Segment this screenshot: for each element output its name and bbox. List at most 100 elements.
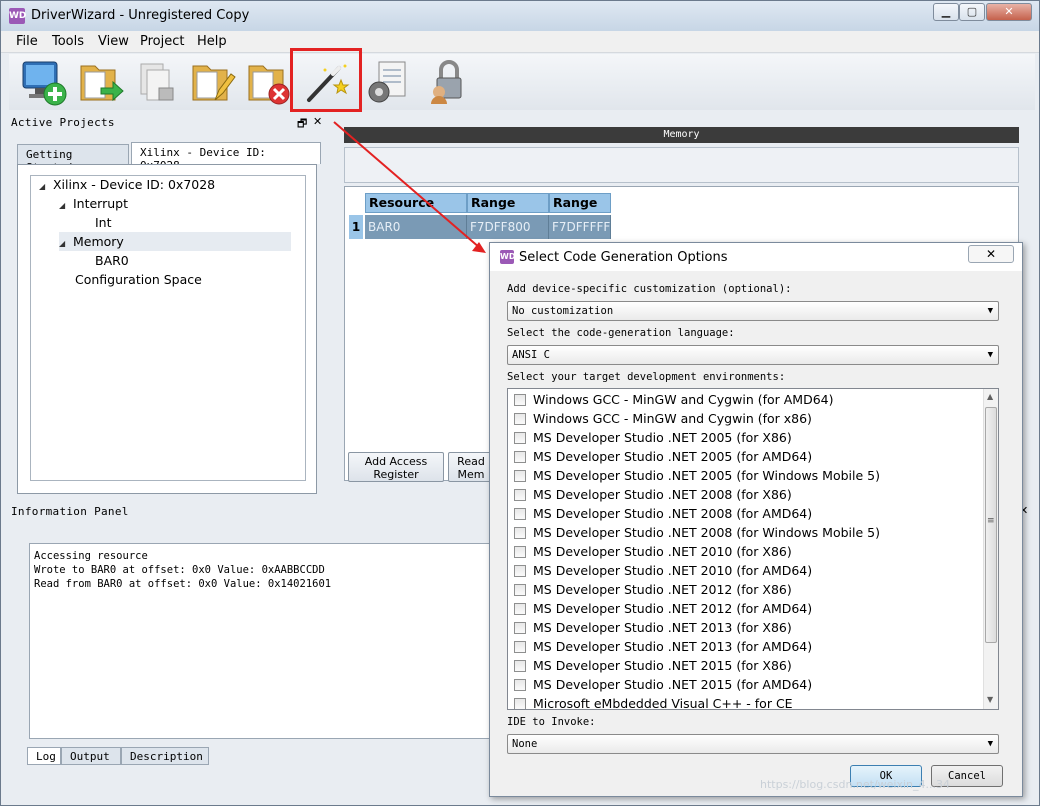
column-range-from[interactable]: Range From xyxy=(467,193,549,228)
menu-project[interactable]: Project xyxy=(140,34,184,49)
env-label: MS Developer Studio .NET 2005 (for Windo… xyxy=(533,468,880,483)
scroll-grip-icon: ≡ xyxy=(987,516,995,526)
add-access-register-button[interactable]: Add Access Register xyxy=(348,452,444,482)
panel-float-icon[interactable]: 🗗 xyxy=(297,115,307,134)
environments-list[interactable]: Windows GCC - MinGW and Cygwin (for AMD6… xyxy=(507,388,999,710)
env-item[interactable]: Microsoft eMbdedded Visual C++ - for CE xyxy=(514,694,793,710)
dropdown-arrow-icon[interactable]: ▼ xyxy=(988,302,993,320)
dropdown-arrow-icon[interactable]: ▼ xyxy=(988,735,993,753)
tab-output[interactable]: Output xyxy=(61,747,121,765)
env-label: MS Developer Studio .NET 2013 (for X86) xyxy=(533,620,792,635)
expand-arrow-icon[interactable]: ◢ xyxy=(59,234,69,253)
close-project-icon[interactable] xyxy=(241,56,297,108)
env-item[interactable]: MS Developer Studio .NET 2013 (for AMD64… xyxy=(514,637,812,656)
env-label: MS Developer Studio .NET 2005 (for AMD64… xyxy=(533,449,813,464)
close-window-button[interactable]: ✕ xyxy=(986,3,1032,21)
tree-node-device[interactable]: ◢ Xilinx - Device ID: 0x7028 xyxy=(39,175,215,194)
tree-node-config-space[interactable]: Configuration Space xyxy=(75,270,202,289)
env-item[interactable]: MS Developer Studio .NET 2005 (for X86) xyxy=(514,428,792,447)
env-item[interactable]: Windows GCC - MinGW and Cygwin (for x86) xyxy=(514,409,812,428)
checkbox[interactable] xyxy=(514,679,526,691)
cell-range-to[interactable]: F7DFFFFF xyxy=(549,215,611,239)
maximize-button[interactable]: ▢ xyxy=(959,3,985,21)
checkbox[interactable] xyxy=(514,641,526,653)
tab-xilinx-device[interactable]: Xilinx - Device ID: 0x7028 xyxy=(131,142,321,172)
edit-project-icon[interactable] xyxy=(185,56,241,108)
save-project-icon[interactable] xyxy=(129,56,185,108)
env-item[interactable]: Windows GCC - MinGW and Cygwin (for AMD6… xyxy=(514,390,834,409)
env-item[interactable]: MS Developer Studio .NET 2012 (for X86) xyxy=(514,580,792,599)
env-item[interactable]: MS Developer Studio .NET 2012 (for AMD64… xyxy=(514,599,812,618)
env-item[interactable]: MS Developer Studio .NET 2008 (for Windo… xyxy=(514,523,880,542)
checkbox[interactable] xyxy=(514,451,526,463)
dropdown-arrow-icon[interactable]: ▼ xyxy=(988,346,993,364)
checkbox[interactable] xyxy=(514,489,526,501)
checkbox[interactable] xyxy=(514,565,526,577)
env-scrollbar[interactable]: ▲ ≡ ▼ xyxy=(983,389,998,709)
menu-file[interactable]: File xyxy=(16,34,38,49)
log-line: Read from BAR0 at offset: 0x0 Value: 0x1… xyxy=(34,578,332,590)
customization-select[interactable]: No customization ▼ xyxy=(507,301,999,321)
window-title: DriverWizard - Unregistered Copy xyxy=(31,8,250,23)
open-project-icon[interactable] xyxy=(73,56,129,108)
expand-arrow-icon[interactable]: ◢ xyxy=(59,196,69,215)
checkbox[interactable] xyxy=(514,432,526,444)
tree-label: Int xyxy=(95,215,112,230)
env-item[interactable]: MS Developer Studio .NET 2008 (for AMD64… xyxy=(514,504,812,523)
project-tree: ◢ Xilinx - Device ID: 0x7028 ◢ Interrupt… xyxy=(30,175,306,481)
info-panel-title: Information Panel xyxy=(11,505,129,518)
tree-node-interrupt[interactable]: ◢ Interrupt xyxy=(59,194,128,213)
env-item[interactable]: MS Developer Studio .NET 2008 (for X86) xyxy=(514,485,792,504)
env-label: MS Developer Studio .NET 2015 (for AMD64… xyxy=(533,677,813,692)
checkbox[interactable] xyxy=(514,546,526,558)
scroll-down-icon[interactable]: ▼ xyxy=(987,695,993,704)
checkbox[interactable] xyxy=(514,698,526,709)
checkbox[interactable] xyxy=(514,527,526,539)
cell-resource-name[interactable]: BAR0 xyxy=(365,215,467,239)
tree-node-int[interactable]: Int xyxy=(95,213,112,232)
cell-range-from[interactable]: F7DFF800 xyxy=(467,215,549,239)
tree-node-memory[interactable]: ◢ Memory xyxy=(59,232,291,251)
column-range-to[interactable]: Range To xyxy=(549,193,611,228)
env-item[interactable]: MS Developer Studio .NET 2015 (for X86) xyxy=(514,656,792,675)
checkbox[interactable] xyxy=(514,470,526,482)
checkbox[interactable] xyxy=(514,413,526,425)
settings-notepad-icon[interactable] xyxy=(361,56,417,108)
tab-log[interactable]: Log xyxy=(27,747,61,765)
log-text-area[interactable]: Accessing resource Wrote to BAR0 at offs… xyxy=(29,543,509,739)
checkbox[interactable] xyxy=(514,660,526,672)
env-item[interactable]: MS Developer Studio .NET 2015 (for AMD64… xyxy=(514,675,812,694)
scroll-thumb[interactable]: ≡ xyxy=(985,407,997,643)
checkbox[interactable] xyxy=(514,603,526,615)
new-project-icon[interactable] xyxy=(17,56,73,108)
tab-description[interactable]: Description xyxy=(121,747,209,765)
minimize-button[interactable]: ▁ xyxy=(933,3,959,21)
env-item[interactable]: MS Developer Studio .NET 2005 (for AMD64… xyxy=(514,447,812,466)
checkbox[interactable] xyxy=(514,394,526,406)
env-item[interactable]: MS Developer Studio .NET 2010 (for AMD64… xyxy=(514,561,812,580)
env-item[interactable]: MS Developer Studio .NET 2005 (for Windo… xyxy=(514,466,880,485)
checkbox[interactable] xyxy=(514,508,526,520)
ide-select[interactable]: None ▼ xyxy=(507,734,999,754)
read-mem-button[interactable]: Read Mem xyxy=(448,452,494,482)
security-lock-icon[interactable] xyxy=(421,56,477,108)
env-label: MS Developer Studio .NET 2008 (for Windo… xyxy=(533,525,880,540)
tab-getting-started[interactable]: Getting Started xyxy=(17,144,129,174)
menu-view[interactable]: View xyxy=(98,34,129,49)
column-resource-name[interactable]: Resource Name xyxy=(365,193,467,228)
checkbox[interactable] xyxy=(514,584,526,596)
scroll-up-icon[interactable]: ▲ xyxy=(987,392,993,401)
dialog-close-button[interactable]: ✕ xyxy=(968,245,1014,263)
checkbox[interactable] xyxy=(514,622,526,634)
expand-arrow-icon[interactable]: ◢ xyxy=(39,177,49,196)
env-item[interactable]: MS Developer Studio .NET 2013 (for X86) xyxy=(514,618,792,637)
tree-node-bar0[interactable]: BAR0 xyxy=(95,251,129,270)
menu-tools[interactable]: Tools xyxy=(52,34,84,49)
env-label: Microsoft eMbdedded Visual C++ - for CE xyxy=(533,696,793,710)
language-select[interactable]: ANSI C ▼ xyxy=(507,345,999,365)
env-item[interactable]: MS Developer Studio .NET 2010 (for X86) xyxy=(514,542,792,561)
active-projects-panel: Active Projects 🗗 ✕ Getting Started Xili… xyxy=(9,114,327,494)
panel-close-icon[interactable]: ✕ xyxy=(313,115,322,128)
menu-help[interactable]: Help xyxy=(197,34,227,49)
row-number: 1 xyxy=(349,215,363,239)
